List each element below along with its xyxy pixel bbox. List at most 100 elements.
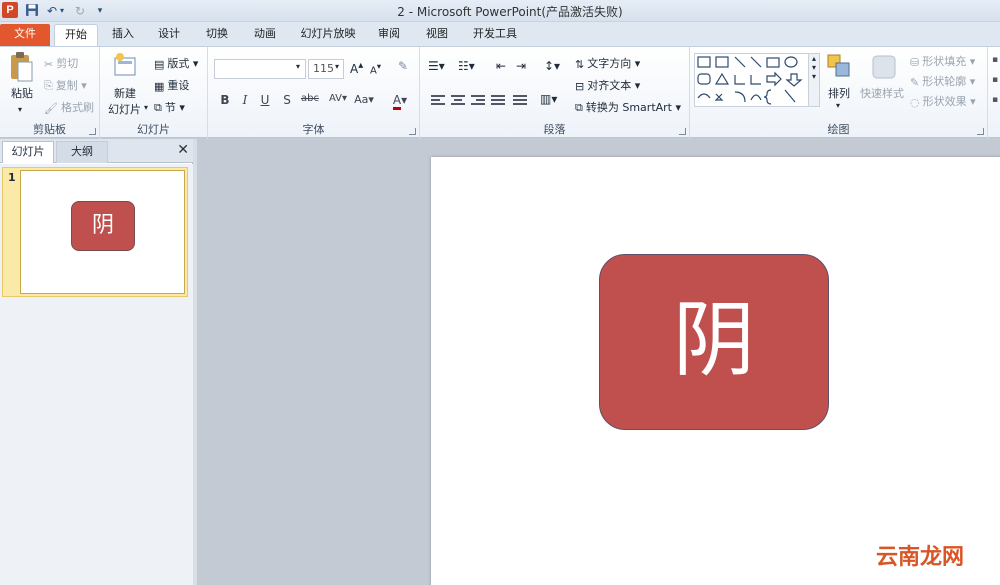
tab-review[interactable]: 审阅 bbox=[372, 24, 406, 46]
customize-qat-icon[interactable]: ▾ bbox=[92, 3, 108, 19]
bullets-icon[interactable]: ☰▾ bbox=[428, 59, 445, 73]
numbering-icon[interactable]: ☷▾ bbox=[458, 59, 475, 73]
paste-dropdown-icon[interactable]: ▾ bbox=[18, 105, 22, 114]
quick-styles-button[interactable]: 快速样式 bbox=[860, 85, 904, 101]
tab-developer[interactable]: 开发工具 bbox=[466, 24, 524, 46]
copy-label: 复制 bbox=[55, 79, 78, 92]
tab-file[interactable]: 文件 bbox=[0, 24, 50, 46]
change-case-icon[interactable]: Aa▾ bbox=[352, 93, 376, 106]
brush-icon: 🖌 bbox=[44, 101, 58, 115]
shape-fill-label: 形状填充 bbox=[922, 55, 967, 68]
character-spacing-icon[interactable]: AV▾ bbox=[326, 93, 350, 104]
save-icon[interactable] bbox=[24, 3, 40, 19]
justify-icon[interactable] bbox=[490, 93, 506, 107]
slide[interactable]: 阴 bbox=[431, 157, 1000, 585]
tab-insert[interactable]: 插入 bbox=[106, 24, 140, 46]
arrange-icon[interactable] bbox=[826, 53, 852, 82]
shapes-gallery-scroll[interactable]: ▴ ▾ ▾ bbox=[808, 53, 820, 107]
new-slide-label-2[interactable]: 幻灯片 bbox=[108, 101, 141, 117]
columns-icon[interactable]: ▥▾ bbox=[540, 92, 557, 106]
strikethrough-icon[interactable]: abc bbox=[298, 93, 322, 104]
clear-formatting-icon[interactable]: ✎ bbox=[398, 59, 408, 73]
drawing-group-label: 绘图 bbox=[827, 123, 850, 136]
tab-slideshow[interactable]: 幻灯片放映 bbox=[296, 24, 360, 46]
clipboard-launcher-icon[interactable] bbox=[89, 128, 96, 135]
align-text-icon: ⊟ bbox=[575, 79, 585, 93]
rounded-rectangle-shape[interactable]: 阴 bbox=[599, 254, 829, 430]
align-text-button[interactable]: ⊟ 对齐文本 ▾ bbox=[575, 77, 640, 93]
layout-button[interactable]: ▤ 版式 ▾ bbox=[154, 55, 198, 71]
scissors-icon: ✂ bbox=[44, 57, 54, 71]
pen-icon: ✎ bbox=[910, 75, 920, 89]
powerpoint-logo-icon[interactable]: P bbox=[2, 2, 18, 18]
shape-effects-button[interactable]: ◌ 形状效果 ▾ bbox=[910, 93, 976, 109]
align-right-icon[interactable] bbox=[470, 93, 486, 107]
shrink-font-icon[interactable]: A▾ bbox=[370, 61, 381, 76]
text-direction-label: 文字方向 bbox=[587, 57, 632, 70]
slides-group-label: 幻灯片 bbox=[137, 123, 170, 136]
copy-button[interactable]: ⎘ 复制 ▾ bbox=[44, 77, 87, 93]
slide-thumbnail[interactable]: 阴 bbox=[20, 170, 185, 294]
thumbnail-shape: 阴 bbox=[71, 201, 135, 251]
quick-styles-icon[interactable] bbox=[870, 53, 898, 84]
distributed-icon[interactable] bbox=[512, 93, 528, 107]
grow-font-icon[interactable]: A▴ bbox=[350, 60, 363, 76]
align-center-icon[interactable] bbox=[450, 93, 466, 107]
font-name-combo[interactable] bbox=[214, 59, 306, 79]
reset-label: 重设 bbox=[167, 79, 190, 92]
paragraph-launcher-icon[interactable] bbox=[679, 128, 686, 135]
window-title: 2 - Microsoft PowerPoint(产品激活失败) bbox=[397, 5, 623, 19]
new-slide-dropdown-icon[interactable]: ▾ bbox=[144, 103, 148, 112]
font-launcher-icon[interactable] bbox=[409, 128, 416, 135]
section-label: 节 bbox=[164, 101, 176, 114]
ribbon-overflow-icon[interactable]: ▪ ▪ ▪ bbox=[992, 55, 1000, 135]
slides-pane: 幻灯片 大纲 ✕ 1 阴 bbox=[0, 139, 193, 585]
arrange-dropdown-icon[interactable]: ▾ bbox=[836, 101, 840, 110]
close-icon[interactable]: ✕ bbox=[177, 142, 189, 158]
new-slide-label-1[interactable]: 新建 bbox=[114, 85, 136, 101]
undo-dropdown-icon[interactable]: ▾ bbox=[58, 3, 66, 19]
tab-outline[interactable]: 大纲 bbox=[56, 141, 108, 163]
tab-slides[interactable]: 幻灯片 bbox=[2, 141, 54, 163]
drawing-launcher-icon[interactable] bbox=[977, 128, 984, 135]
format-painter-button[interactable]: 🖌 格式刷 bbox=[44, 99, 94, 115]
clipboard-group: 粘贴 ▾ ✂ 剪切 ⎘ 复制 ▾ 🖌 格式刷 剪贴板 bbox=[0, 47, 100, 139]
underline-icon[interactable]: U bbox=[256, 93, 274, 107]
align-left-icon[interactable] bbox=[430, 93, 446, 107]
paragraph-group: ☰▾ ☷▾ ⇤ ⇥ ↕▾ ⇅ 文字方向 ▾ ⊟ 对齐文本 ▾ ⧉ 转换为 SmartA… bbox=[420, 47, 690, 139]
redo-icon[interactable]: ↻ bbox=[72, 3, 88, 19]
font-size-dropdown-icon[interactable]: ▾ bbox=[335, 62, 339, 71]
tab-view[interactable]: 视图 bbox=[420, 24, 454, 46]
ribbon-tab-bar: 文件 开始 插入 设计 切换 动画 幻灯片放映 审阅 视图 开发工具 bbox=[0, 22, 1000, 46]
convert-smartart-button[interactable]: ⧉ 转换为 SmartArt ▾ bbox=[575, 99, 681, 115]
text-direction-icon: ⇅ bbox=[575, 57, 585, 71]
shape-outline-button[interactable]: ✎ 形状轮廓 ▾ bbox=[910, 73, 975, 89]
pane-tabs: 幻灯片 大纲 ✕ bbox=[0, 139, 193, 163]
cut-button[interactable]: ✂ 剪切 bbox=[44, 55, 78, 71]
paste-button[interactable]: 粘贴 bbox=[8, 85, 36, 101]
section-button[interactable]: ⧉ 节 ▾ bbox=[154, 99, 185, 115]
shapes-gallery[interactable] bbox=[694, 53, 814, 107]
font-color-icon[interactable]: A▾ bbox=[388, 93, 412, 110]
arrange-button[interactable]: 排列 bbox=[828, 85, 850, 101]
line-spacing-icon[interactable]: ↕▾ bbox=[544, 59, 560, 73]
shape-fill-button[interactable]: ⛁ 形状填充 ▾ bbox=[910, 53, 975, 69]
font-group: ▾ 115 ▾ A▴ A▾ ✎ B I U S abc AV▾ Aa▾ A▾ 字… bbox=[208, 47, 420, 139]
text-direction-button[interactable]: ⇅ 文字方向 ▾ bbox=[575, 55, 640, 71]
drawing-group: ▴ ▾ ▾ 排列 ▾ 快速样式 ⛁ 形状填充 ▾ ✎ 形状轮廓 ▾ ◌ 形状效果 ▾ 绘图 bbox=[690, 47, 988, 139]
text-shadow-icon[interactable]: S bbox=[278, 93, 296, 107]
font-group-label: 字体 bbox=[302, 123, 325, 136]
increase-indent-icon[interactable]: ⇥ bbox=[516, 59, 526, 73]
font-name-dropdown-icon[interactable]: ▾ bbox=[296, 62, 300, 71]
shape-outline-label: 形状轮廓 bbox=[922, 75, 967, 88]
reset-button[interactable]: ▦ 重设 bbox=[154, 77, 189, 93]
tab-design[interactable]: 设计 bbox=[152, 24, 186, 46]
bold-icon[interactable]: B bbox=[216, 93, 234, 107]
tab-transitions[interactable]: 切换 bbox=[200, 24, 234, 46]
italic-icon[interactable]: I bbox=[236, 93, 254, 107]
new-slide-icon[interactable] bbox=[112, 51, 140, 82]
decrease-indent-icon[interactable]: ⇤ bbox=[496, 59, 506, 73]
tab-animations[interactable]: 动画 bbox=[248, 24, 282, 46]
ribbon: 粘贴 ▾ ✂ 剪切 ⎘ 复制 ▾ 🖌 格式刷 剪贴板 新建 幻灯片 ▾ ▤ 版式 ▾ ▦… bbox=[0, 46, 1000, 139]
tab-home[interactable]: 开始 bbox=[54, 24, 98, 46]
